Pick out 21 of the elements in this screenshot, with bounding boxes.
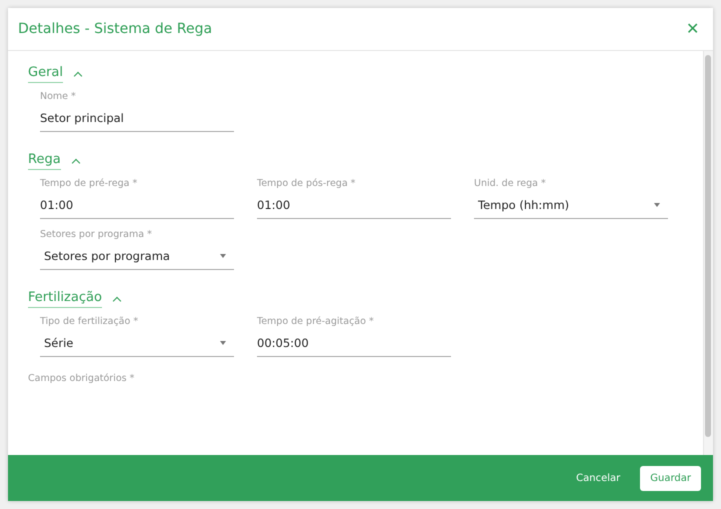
- field-label: Tempo de pós-rega *: [257, 178, 356, 189]
- dropdown-arrow-icon: [220, 254, 226, 258]
- dropdown-arrow-icon: [654, 203, 660, 207]
- field-label: Nome *: [40, 91, 77, 102]
- input-field[interactable]: 00:05:00: [257, 334, 451, 357]
- field-label: Tipo de fertilização *: [40, 316, 140, 327]
- dropdown[interactable]: Série: [40, 334, 234, 357]
- field-label: Unid. de rega *: [474, 178, 547, 189]
- scrollbar[interactable]: [703, 51, 713, 455]
- input-field[interactable]: 01:00: [40, 196, 234, 219]
- field-label: Tempo de pré-agitação *: [257, 316, 375, 327]
- field-label: Setores por programa *: [40, 229, 153, 240]
- dropdown[interactable]: Tempo (hh:mm): [474, 196, 668, 219]
- input-field[interactable]: Setor principal: [40, 109, 234, 132]
- required-note: Campos obrigatórios *: [28, 373, 136, 384]
- input-field[interactable]: 01:00: [257, 196, 451, 219]
- dialog-title: Detalhes - Sistema de Rega: [18, 21, 212, 37]
- field-label: Tempo de pré-rega *: [40, 178, 138, 189]
- dropdown[interactable]: Setores por programa: [40, 247, 234, 270]
- dropdown-arrow-icon: [220, 341, 226, 345]
- scrollbar-thumb[interactable]: [705, 55, 711, 437]
